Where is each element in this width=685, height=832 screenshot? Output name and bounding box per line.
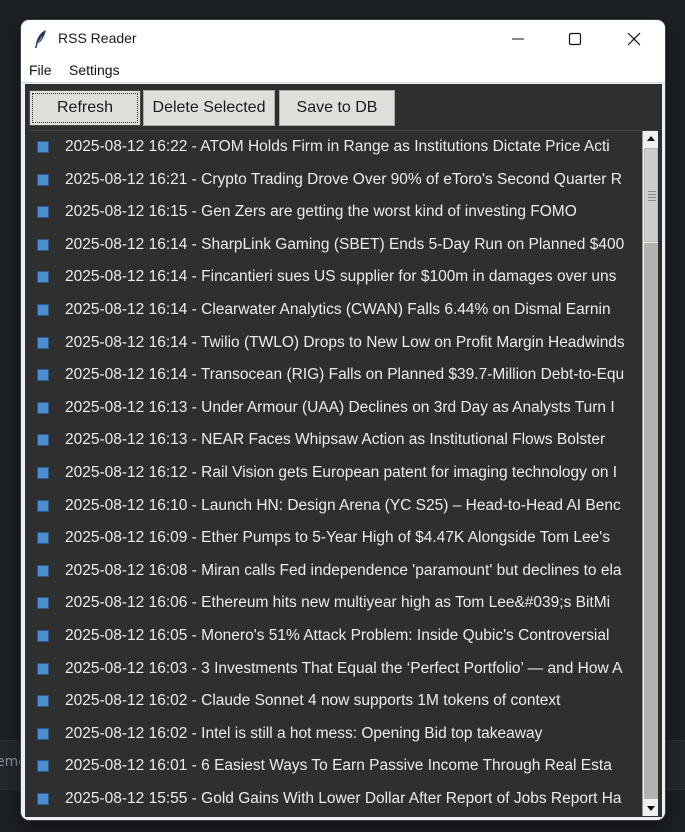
select-checkbox[interactable]: [37, 564, 49, 577]
feed-item-text: 2025-08-12 16:14 - Transocean (RIG) Fall…: [65, 366, 625, 384]
menu-settings[interactable]: Settings: [69, 62, 120, 78]
feather-icon: [33, 29, 49, 49]
refresh-button[interactable]: Refresh: [29, 90, 141, 126]
scrollbar-track[interactable]: [644, 243, 658, 799]
scrollbar-thumb[interactable]: [644, 148, 658, 242]
maximize-button[interactable]: [552, 20, 598, 58]
feed-item-row[interactable]: 2025-08-12 16:13 - NEAR Faces Whipsaw Ac…: [29, 425, 639, 458]
select-checkbox[interactable]: [37, 499, 49, 512]
rss-reader-window: RSS Reader File Settings Refresh Delete …: [21, 20, 665, 820]
select-checkbox[interactable]: [37, 336, 49, 349]
feed-item-text: 2025-08-12 16:06 - Ethereum hits new mul…: [65, 594, 611, 612]
vertical-scrollbar[interactable]: [642, 131, 658, 816]
thumb-grip-line: [648, 200, 656, 201]
feed-item-row[interactable]: 2025-08-12 16:02 - Claude Sonnet 4 now s…: [29, 686, 639, 719]
delete-selected-button[interactable]: Delete Selected: [143, 90, 275, 126]
feed-item-row[interactable]: 2025-08-12 16:10 - Launch HN: Design Are…: [29, 491, 639, 524]
feed-item-text: 2025-08-12 16:12 - Rail Vision gets Euro…: [65, 464, 618, 481]
select-checkbox[interactable]: [37, 271, 49, 284]
feed-item-row[interactable]: 2025-08-12 16:06 - Ethereum hits new mul…: [29, 588, 639, 621]
feed-item-text: 2025-08-12 16:15 - Gen Zers are getting …: [65, 203, 577, 221]
feed-item-row[interactable]: 2025-08-12 15:55 - Gold Gains With Lower…: [29, 784, 639, 816]
feed-item-row[interactable]: 2025-08-12 16:08 - Miran calls Fed indep…: [29, 556, 639, 589]
select-checkbox[interactable]: [37, 304, 49, 316]
select-checkbox[interactable]: [37, 597, 49, 610]
select-checkbox[interactable]: [37, 401, 49, 414]
feed-item-row[interactable]: 2025-08-12 16:14 - SharpLink Gaming (SBE…: [29, 230, 639, 263]
minimize-button[interactable]: [495, 20, 541, 58]
arrow-up-icon: [647, 136, 655, 141]
select-checkbox[interactable]: [37, 434, 49, 447]
feed-item-text: 2025-08-12 16:21 - Crypto Trading Drove …: [65, 170, 622, 188]
feed-item-text: 2025-08-12 16:13 - NEAR Faces Whipsaw Ac…: [65, 431, 606, 449]
select-checkbox[interactable]: [37, 532, 49, 545]
feed-item-text: 2025-08-12 16:22 - ATOM Holds Firm in Ra…: [65, 138, 610, 155]
feed-item-text: 2025-08-12 16:03 - 3 Investments That Eq…: [65, 659, 623, 677]
thumb-grip-line: [648, 194, 656, 195]
menu-file[interactable]: File: [29, 62, 52, 78]
feed-item-row[interactable]: 2025-08-12 16:14 - Transocean (RIG) Fall…: [29, 360, 639, 393]
feed-item-text: 2025-08-12 16:01 - 6 Easiest Ways To Ear…: [65, 757, 612, 775]
select-checkbox[interactable]: [37, 695, 49, 708]
select-checkbox[interactable]: [37, 727, 49, 740]
feed-item-text: 2025-08-12 16:14 - Clearwater Analytics …: [65, 301, 611, 318]
feed-item-row[interactable]: 2025-08-12 16:14 - Clearwater Analytics …: [29, 295, 639, 328]
feed-item-text: 2025-08-12 16:02 - Claude Sonnet 4 now s…: [65, 692, 561, 710]
feed-item-text: 2025-08-12 16:10 - Launch HN: Design Are…: [65, 496, 621, 514]
feed-item-row[interactable]: 2025-08-12 16:09 - Ether Pumps to 5-Year…: [29, 523, 639, 556]
select-checkbox[interactable]: [37, 793, 49, 805]
feed-item-text: 2025-08-12 16:09 - Ether Pumps to 5-Year…: [65, 529, 610, 547]
window-title: RSS Reader: [58, 30, 137, 46]
feed-item-row[interactable]: 2025-08-12 16:22 - ATOM Holds Firm in Ra…: [29, 132, 639, 165]
minimize-icon: [512, 38, 524, 40]
feed-item-text: 2025-08-12 16:13 - Under Armour (UAA) De…: [65, 398, 615, 416]
select-checkbox[interactable]: [37, 369, 49, 382]
maximize-icon: [568, 32, 582, 46]
feed-item-row[interactable]: 2025-08-12 16:01 - 6 Easiest Ways To Ear…: [29, 751, 639, 784]
feed-item-text: 2025-08-12 16:05 - Monero's 51% Attack P…: [65, 627, 610, 644]
feed-item-row[interactable]: 2025-08-12 16:21 - Crypto Trading Drove …: [29, 165, 639, 198]
feed-item-row[interactable]: 2025-08-12 16:03 - 3 Investments That Eq…: [29, 654, 639, 687]
save-to-db-button[interactable]: Save to DB: [279, 90, 395, 126]
arrow-down-icon: [647, 806, 655, 811]
select-checkbox[interactable]: [37, 630, 49, 642]
feed-item-row[interactable]: 2025-08-12 16:14 - Fincantieri sues US s…: [29, 262, 639, 295]
feed-item-row[interactable]: 2025-08-12 16:13 - Under Armour (UAA) De…: [29, 393, 639, 426]
feed-item-text: 2025-08-12 16:14 - SharpLink Gaming (SBE…: [65, 235, 625, 253]
close-icon: [627, 32, 641, 46]
select-checkbox[interactable]: [37, 141, 49, 153]
feed-list[interactable]: 2025-08-12 15:55 - Gold Gains With Lower…: [29, 130, 658, 816]
scroll-down-button[interactable]: [643, 800, 658, 816]
scroll-up-button[interactable]: [643, 131, 658, 147]
main-content: Refresh Delete Selected Save to DB 2025-…: [25, 84, 662, 817]
feed-item-text: 2025-08-12 15:55 - Gold Gains With Lower…: [65, 790, 622, 807]
feed-item-row[interactable]: 2025-08-12 16:12 - Rail Vision gets Euro…: [29, 458, 639, 491]
feed-item-row[interactable]: 2025-08-12 16:15 - Gen Zers are getting …: [29, 197, 639, 230]
select-checkbox[interactable]: [37, 467, 49, 479]
menu-bar: File Settings: [21, 58, 665, 83]
feed-item-text: 2025-08-12 16:08 - Miran calls Fed indep…: [65, 561, 622, 579]
select-checkbox[interactable]: [37, 662, 49, 675]
select-checkbox[interactable]: [37, 238, 49, 251]
feed-item-row[interactable]: 2025-08-12 16:14 - Twilio (TWLO) Drops t…: [29, 328, 639, 361]
feed-item-text: 2025-08-12 16:14 - Fincantieri sues US s…: [65, 268, 617, 286]
select-checkbox[interactable]: [37, 173, 49, 186]
select-checkbox[interactable]: [37, 206, 49, 219]
close-button[interactable]: [611, 20, 657, 58]
feed-item-row[interactable]: 2025-08-12 16:05 - Monero's 51% Attack P…: [29, 621, 639, 654]
feed-item-text: 2025-08-12 16:14 - Twilio (TWLO) Drops t…: [65, 333, 625, 351]
select-checkbox[interactable]: [37, 760, 49, 773]
thumb-grip-line: [648, 197, 656, 198]
title-bar[interactable]: RSS Reader: [21, 20, 665, 58]
thumb-grip-line: [648, 191, 656, 192]
feed-item-row[interactable]: 2025-08-12 16:02 - Intel is still a hot …: [29, 719, 639, 752]
feed-item-text: 2025-08-12 16:02 - Intel is still a hot …: [65, 724, 543, 742]
